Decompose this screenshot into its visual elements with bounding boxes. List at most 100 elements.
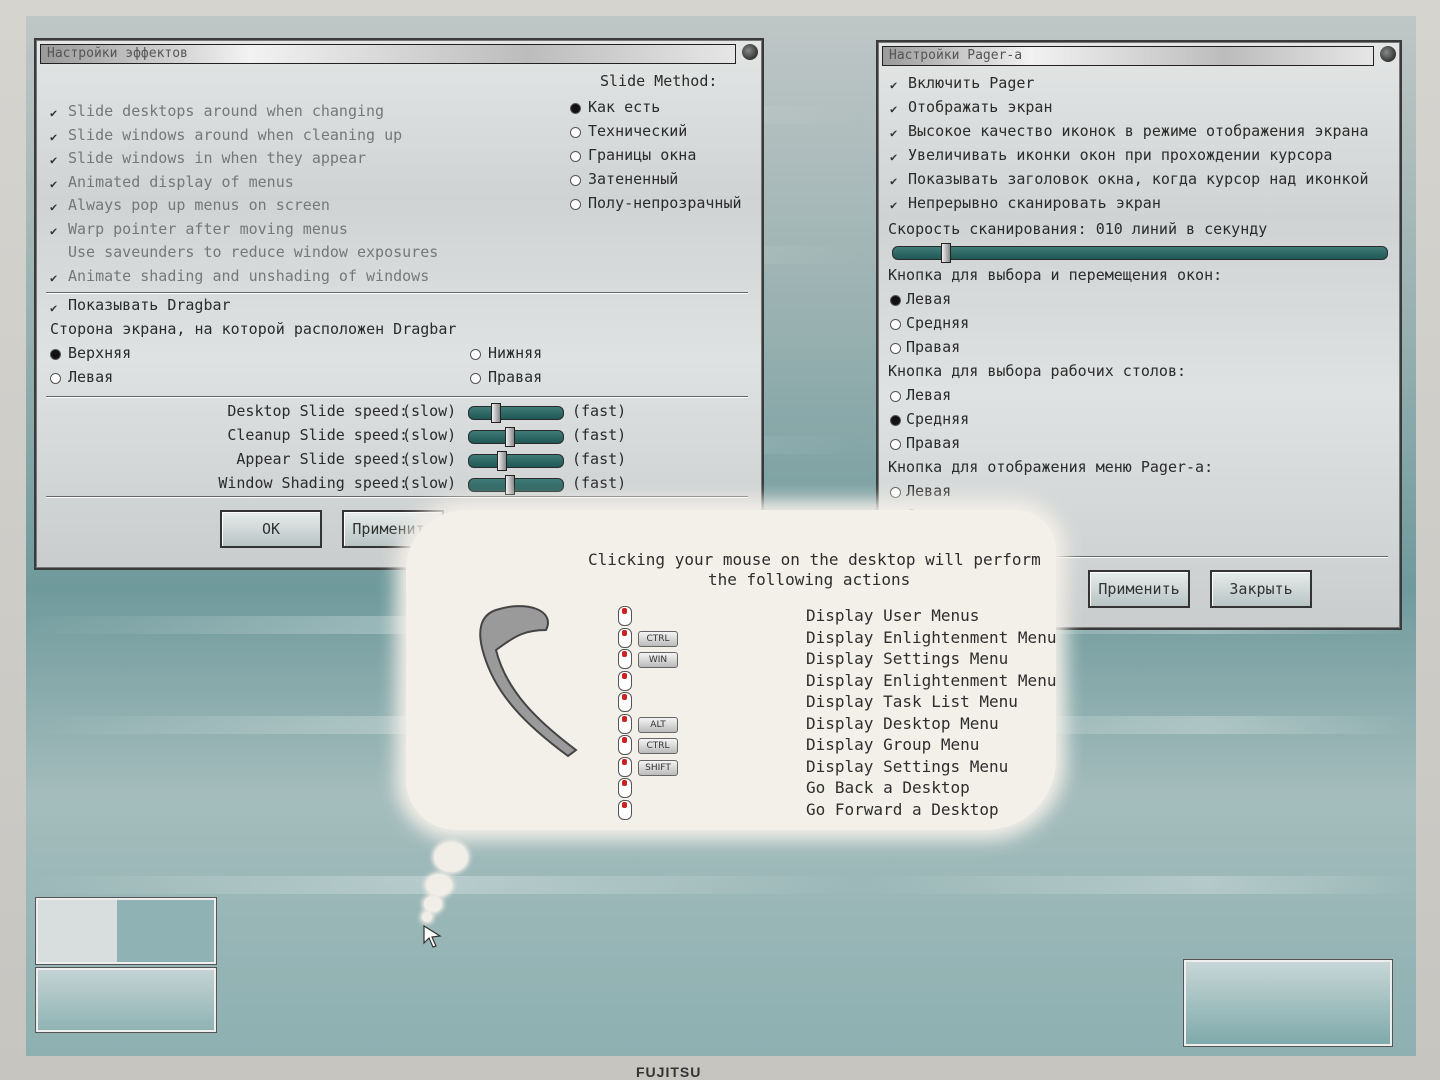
dragbar-checkbox[interactable]: ✔ xyxy=(50,302,62,314)
speed-slider-knob[interactable] xyxy=(491,403,501,423)
effect-checkbox[interactable]: ✔ xyxy=(50,272,62,284)
speed-slider-knob[interactable] xyxy=(497,451,507,471)
group1-label: Кнопка для выбора и перемещения окон: xyxy=(888,266,1223,284)
group1-radio[interactable] xyxy=(890,295,901,306)
group2-radio[interactable] xyxy=(890,439,901,450)
dragbar-side-radio[interactable] xyxy=(470,373,481,384)
pager-close-button[interactable]: Закрыть xyxy=(1210,570,1312,608)
close-icon[interactable] xyxy=(1380,46,1396,62)
speed-slider[interactable] xyxy=(468,451,564,471)
dragbar-side-label: Верхняя xyxy=(68,344,132,362)
pager-desktop-1[interactable] xyxy=(36,898,216,964)
speed-slider[interactable] xyxy=(468,403,564,423)
balloon-action-label: Display User Menus xyxy=(806,606,980,625)
dragbar-label: Показывать Dragbar xyxy=(68,296,231,314)
pager-option-label: Непрерывно сканировать экран xyxy=(908,194,1161,212)
balloon-action-label: Display Settings Menu xyxy=(806,649,1009,668)
slide-method-radio[interactable] xyxy=(570,127,581,138)
dragbar-side-radio[interactable] xyxy=(470,349,481,360)
effect-checkbox[interactable]: ✔ xyxy=(50,201,62,213)
group3-option-label: Левая xyxy=(906,482,952,500)
pager-apply-button[interactable]: Применить xyxy=(1088,570,1190,608)
effect-label: Slide desktops around when changing xyxy=(68,102,385,120)
effect-checkbox[interactable]: ✔ xyxy=(50,178,62,190)
balloon-action-label: Display Enlightenment Menu xyxy=(806,670,1057,690)
pager-desktop-2[interactable] xyxy=(36,968,216,1032)
effect-checkbox[interactable]: ✔ xyxy=(50,131,62,143)
pager-option-checkbox[interactable]: ✔ xyxy=(890,103,902,115)
mouse-button-icon xyxy=(618,649,632,669)
speed-slider-knob[interactable] xyxy=(505,427,515,447)
modifier-key-icon: CTRL xyxy=(638,630,678,647)
speed-label: Appear Slide speed: xyxy=(236,450,408,468)
pager-window-titlebar[interactable]: Настройки Pager-а xyxy=(882,46,1374,66)
ok-button[interactable]: OK xyxy=(220,510,322,548)
dragbar-side-label: Левая xyxy=(68,368,114,386)
group1-option-label: Левая xyxy=(906,290,952,308)
slide-method-label: Затененный xyxy=(588,170,679,188)
effect-label: Animated display of menus xyxy=(68,172,294,191)
pager-option-label: Высокое качество иконок в режиме отображ… xyxy=(908,122,1369,140)
pager-option-checkbox[interactable]: ✔ xyxy=(890,151,902,163)
effect-label: Animate shading and unshading of windows xyxy=(68,266,430,285)
scan-speed-slider-knob[interactable] xyxy=(941,243,951,263)
dragbar-side-radio[interactable] xyxy=(50,373,61,384)
group1-radio[interactable] xyxy=(890,343,901,354)
mouse-button-icon xyxy=(618,692,632,712)
balloon-tail-puff xyxy=(422,912,432,922)
balloon-heading-2: the following actions xyxy=(708,570,911,589)
modifier-key-icon: CTRL xyxy=(638,738,678,754)
pager-option-checkbox[interactable]: ✔ xyxy=(890,79,902,91)
effect-checkbox[interactable]: ✔ xyxy=(50,154,62,166)
speed-slider[interactable] xyxy=(468,427,564,447)
pager-option-checkbox[interactable]: ✔ xyxy=(890,175,902,187)
mouse-button-icon xyxy=(618,735,632,755)
slide-method-radio[interactable] xyxy=(570,151,581,162)
close-icon[interactable] xyxy=(742,44,758,60)
desktop[interactable]: Настройки эффектов ✔ Slide desktops aroun… xyxy=(26,16,1416,1056)
pager-option-checkbox[interactable]: ✔ xyxy=(890,199,902,211)
speed-label: Desktop Slide speed: xyxy=(227,402,408,420)
slide-method-label: Полу-непрозрачный xyxy=(588,194,742,212)
slide-method-radio[interactable] xyxy=(570,199,581,210)
group1-option-label: Правая xyxy=(906,338,961,356)
slide-method-radio[interactable] xyxy=(570,103,581,114)
pager-preview[interactable] xyxy=(1184,960,1392,1046)
speed-slow-label: (slow) xyxy=(402,426,457,444)
effect-checkbox[interactable]: ✔ xyxy=(50,225,62,237)
group2-option-label: Левая xyxy=(906,386,952,404)
slide-method-radio[interactable] xyxy=(570,175,581,186)
group2-radio[interactable] xyxy=(890,415,901,426)
scan-speed-slider[interactable] xyxy=(892,243,1388,263)
mouse-button-icon xyxy=(618,756,632,777)
effects-window-titlebar[interactable]: Настройки эффектов xyxy=(40,44,736,64)
mouse-button-icon xyxy=(618,606,632,626)
speed-label: Window Shading speed: xyxy=(218,474,408,492)
group3-radio[interactable] xyxy=(890,487,901,498)
group2-radio[interactable] xyxy=(890,391,901,402)
balloon-action-label: Display Desktop Menu xyxy=(806,713,999,733)
balloon-action-label: Display Settings Menu xyxy=(806,756,1009,776)
pager-option-label: Отображать экран xyxy=(908,98,1053,116)
speed-slider[interactable] xyxy=(468,475,564,495)
speed-slider-knob[interactable] xyxy=(505,475,515,495)
group2-option-label: Средняя xyxy=(906,410,970,428)
slide-method-label: Технический xyxy=(588,122,688,140)
scan-speed-label: Скорость сканирования: 010 линий в секун… xyxy=(888,220,1268,238)
mouse-button-icon xyxy=(618,799,632,820)
group2-label: Кнопка для выбора рабочих столов: xyxy=(888,362,1187,380)
dragbar-side-label: Правая xyxy=(488,368,543,386)
balloon-tail-puff xyxy=(426,874,452,896)
effect-checkbox[interactable]: ✔ xyxy=(50,107,62,119)
group2-option-label: Правая xyxy=(906,434,961,452)
slide-method-label: Slide Method: xyxy=(600,72,718,90)
group1-option-label: Средняя xyxy=(906,314,970,332)
pager-option-checkbox[interactable]: ✔ xyxy=(890,127,902,139)
group3-label: Кнопка для отображения меню Pager-а: xyxy=(888,458,1214,476)
effect-label: Slide windows in when they appear xyxy=(68,149,367,167)
balloon-action-label: Go Forward a Desktop xyxy=(806,799,999,819)
pager-option-label: Включить Pager xyxy=(908,74,1035,92)
group1-radio[interactable] xyxy=(890,319,901,330)
dragbar-side-radio[interactable] xyxy=(50,349,61,360)
effect-checkbox[interactable] xyxy=(50,248,62,260)
